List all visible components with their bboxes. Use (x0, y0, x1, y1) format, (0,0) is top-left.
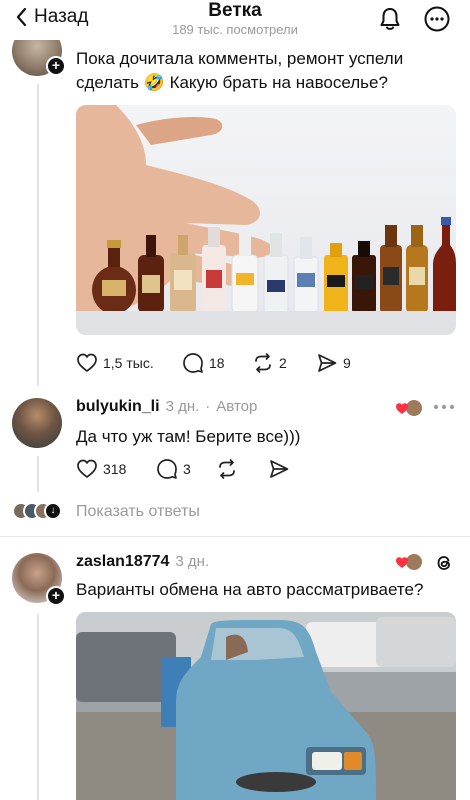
share-button[interactable]: 9 (316, 352, 351, 374)
reply2-time: 3 дн. (175, 553, 210, 570)
author-badge: Автор (216, 398, 258, 415)
like-count: 1,5 тыс. (103, 355, 154, 371)
comment-icon (183, 353, 203, 373)
reply-time: 3 дн. (165, 398, 200, 415)
liked-by-author-icon (395, 552, 423, 572)
send-icon (270, 460, 289, 478)
car-photo-icon (76, 612, 456, 800)
reply-avatar[interactable] (12, 398, 62, 448)
more-options-icon[interactable] (424, 6, 450, 32)
bell-icon[interactable] (377, 6, 403, 32)
divider (0, 536, 470, 537)
repost-button[interactable]: 2 (252, 352, 316, 374)
post-actions: 1,5 тыс. 18 2 9 (76, 352, 351, 374)
thread-line (37, 84, 39, 386)
mini-bottles-photo-icon (76, 105, 456, 335)
follow-plus-icon[interactable]: + (46, 586, 66, 606)
reply2-header: zaslan18774 3 дн. (76, 553, 209, 571)
reply-actions: 318 3 (76, 458, 290, 480)
comment-icon (157, 459, 177, 479)
reply-username[interactable]: bulyukin_li (76, 398, 160, 416)
replier-avatars[interactable]: ↓ (12, 502, 66, 522)
repost-icon (219, 459, 235, 479)
reply2-photo[interactable] (76, 612, 456, 800)
post-text: Пока дочитала комменты, ремонт успели сд… (76, 49, 404, 92)
liked-by-author-icon (395, 398, 423, 418)
top-bar: Назад Ветка 189 тыс. посмотрели (0, 0, 470, 40)
reply2-text: Варианты обмена на авто рассматриваете? (76, 580, 424, 599)
share-count: 9 (343, 355, 351, 371)
reply-comment-button[interactable]: 3 (156, 458, 216, 480)
comment-count: 18 (209, 355, 225, 371)
reply-like-button[interactable]: 318 (76, 458, 156, 480)
follow-plus-icon[interactable]: + (46, 56, 66, 76)
reply-thread-line (37, 456, 39, 492)
show-replies-link[interactable]: Показать ответы (76, 503, 200, 521)
post-photo[interactable] (76, 105, 456, 335)
more-icon[interactable] (432, 403, 456, 411)
reply-repost-button[interactable] (216, 458, 268, 480)
reply-text: Да что уж там! Берите все))) (76, 427, 301, 446)
repost-count: 2 (279, 355, 287, 371)
comment-button[interactable]: 18 (182, 352, 252, 374)
reply-header: bulyukin_li 3 дн. · Автор (76, 398, 257, 416)
threads-logo-icon[interactable] (433, 552, 455, 574)
like-button[interactable]: 1,5 тыс. (76, 352, 182, 374)
send-icon (318, 354, 337, 372)
reply-comment-count: 3 (183, 461, 191, 477)
repost-icon (255, 353, 271, 373)
middle-dot: · (205, 398, 211, 415)
reply2-username[interactable]: zaslan18774 (76, 553, 169, 571)
heart-icon (77, 459, 97, 478)
heart-icon (77, 353, 97, 372)
chevron-down-icon: ↓ (44, 502, 62, 520)
reply-share-button[interactable] (268, 458, 290, 480)
reply2-thread-line (37, 614, 39, 800)
reply-like-count: 318 (103, 461, 127, 477)
